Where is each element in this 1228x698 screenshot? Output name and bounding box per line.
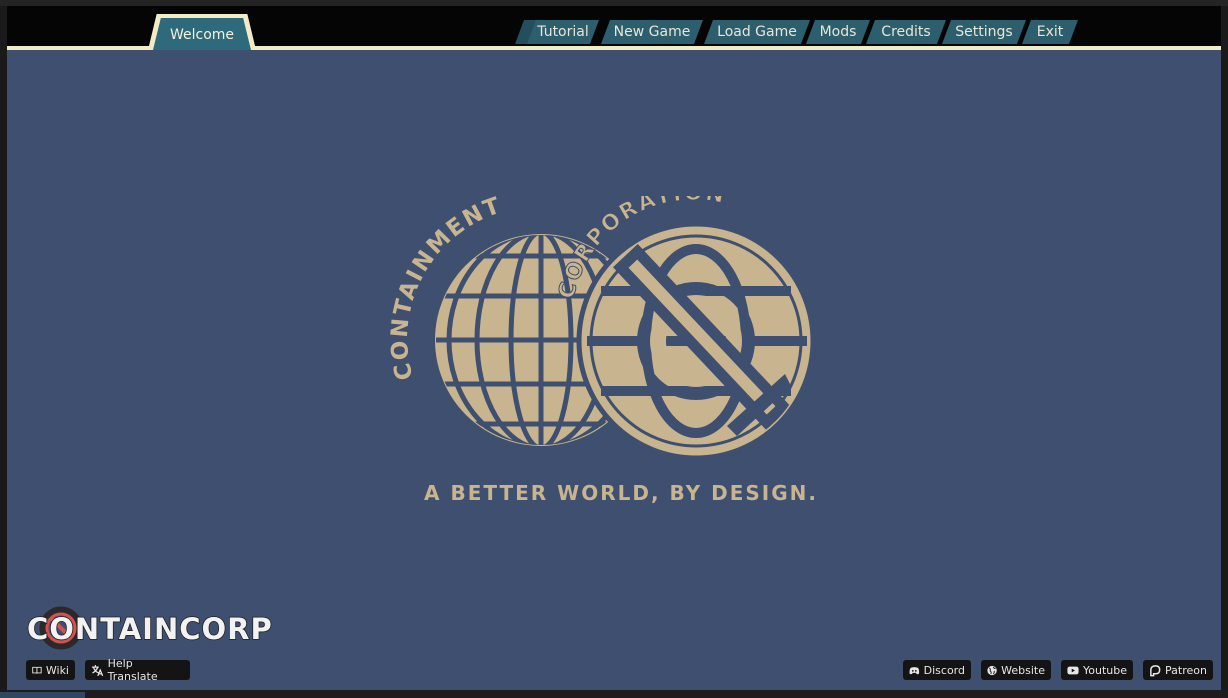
patreon-icon: [1150, 664, 1161, 676]
new-game-button[interactable]: New Game: [601, 20, 703, 44]
tutorial-button[interactable]: Tutorial: [527, 20, 599, 44]
website-link-label: Website: [1001, 663, 1045, 677]
translate-icon: [91, 664, 104, 676]
wiki-link-label: Wiki: [45, 663, 69, 677]
discord-link-button[interactable]: Discord: [903, 660, 971, 680]
wiki-link-button[interactable]: Wiki: [26, 660, 75, 680]
main-menu-bar: Welcome Tutorial New Game Load Game Mods…: [7, 6, 1221, 50]
settings-button[interactable]: Settings: [942, 20, 1026, 44]
exit-button[interactable]: Exit: [1022, 20, 1078, 44]
bottom-strip-accent: [0, 692, 85, 698]
youtube-icon: [1067, 666, 1079, 674]
globe-icon: [987, 665, 997, 675]
help-translate-label: Help Translate: [107, 657, 158, 683]
help-translate-button[interactable]: Help Translate: [85, 657, 190, 683]
book-icon: [32, 666, 42, 674]
mods-button[interactable]: Mods: [806, 20, 870, 44]
credits-button[interactable]: Credits: [866, 20, 946, 44]
containcorp-wordmark: CONTAINCORP: [26, 606, 273, 650]
containment-corporation-emblem: CONTAINMENT CORPORATION A BETTER WORLD, …: [387, 196, 818, 505]
window-bottom-strip: [0, 690, 1228, 698]
discord-icon: [909, 666, 920, 674]
discord-link-label: Discord: [923, 663, 965, 677]
brand-wordmark-text: CONTAINCORP: [27, 612, 273, 646]
tab-welcome-label: Welcome: [153, 18, 251, 50]
patreon-link-label: Patreon: [1165, 663, 1207, 677]
game-viewport: Welcome Tutorial New Game Load Game Mods…: [7, 6, 1221, 690]
website-link-button[interactable]: Website: [981, 660, 1051, 680]
corporation-seal-icon: [576, 221, 816, 461]
tab-welcome[interactable]: Welcome: [148, 14, 256, 50]
youtube-link-button[interactable]: Youtube: [1061, 660, 1133, 680]
emblem-tagline: A BETTER WORLD, BY DESIGN.: [424, 481, 818, 505]
youtube-link-label: Youtube: [1083, 663, 1127, 677]
patreon-link-button[interactable]: Patreon: [1143, 660, 1213, 680]
load-game-button[interactable]: Load Game: [704, 20, 810, 44]
